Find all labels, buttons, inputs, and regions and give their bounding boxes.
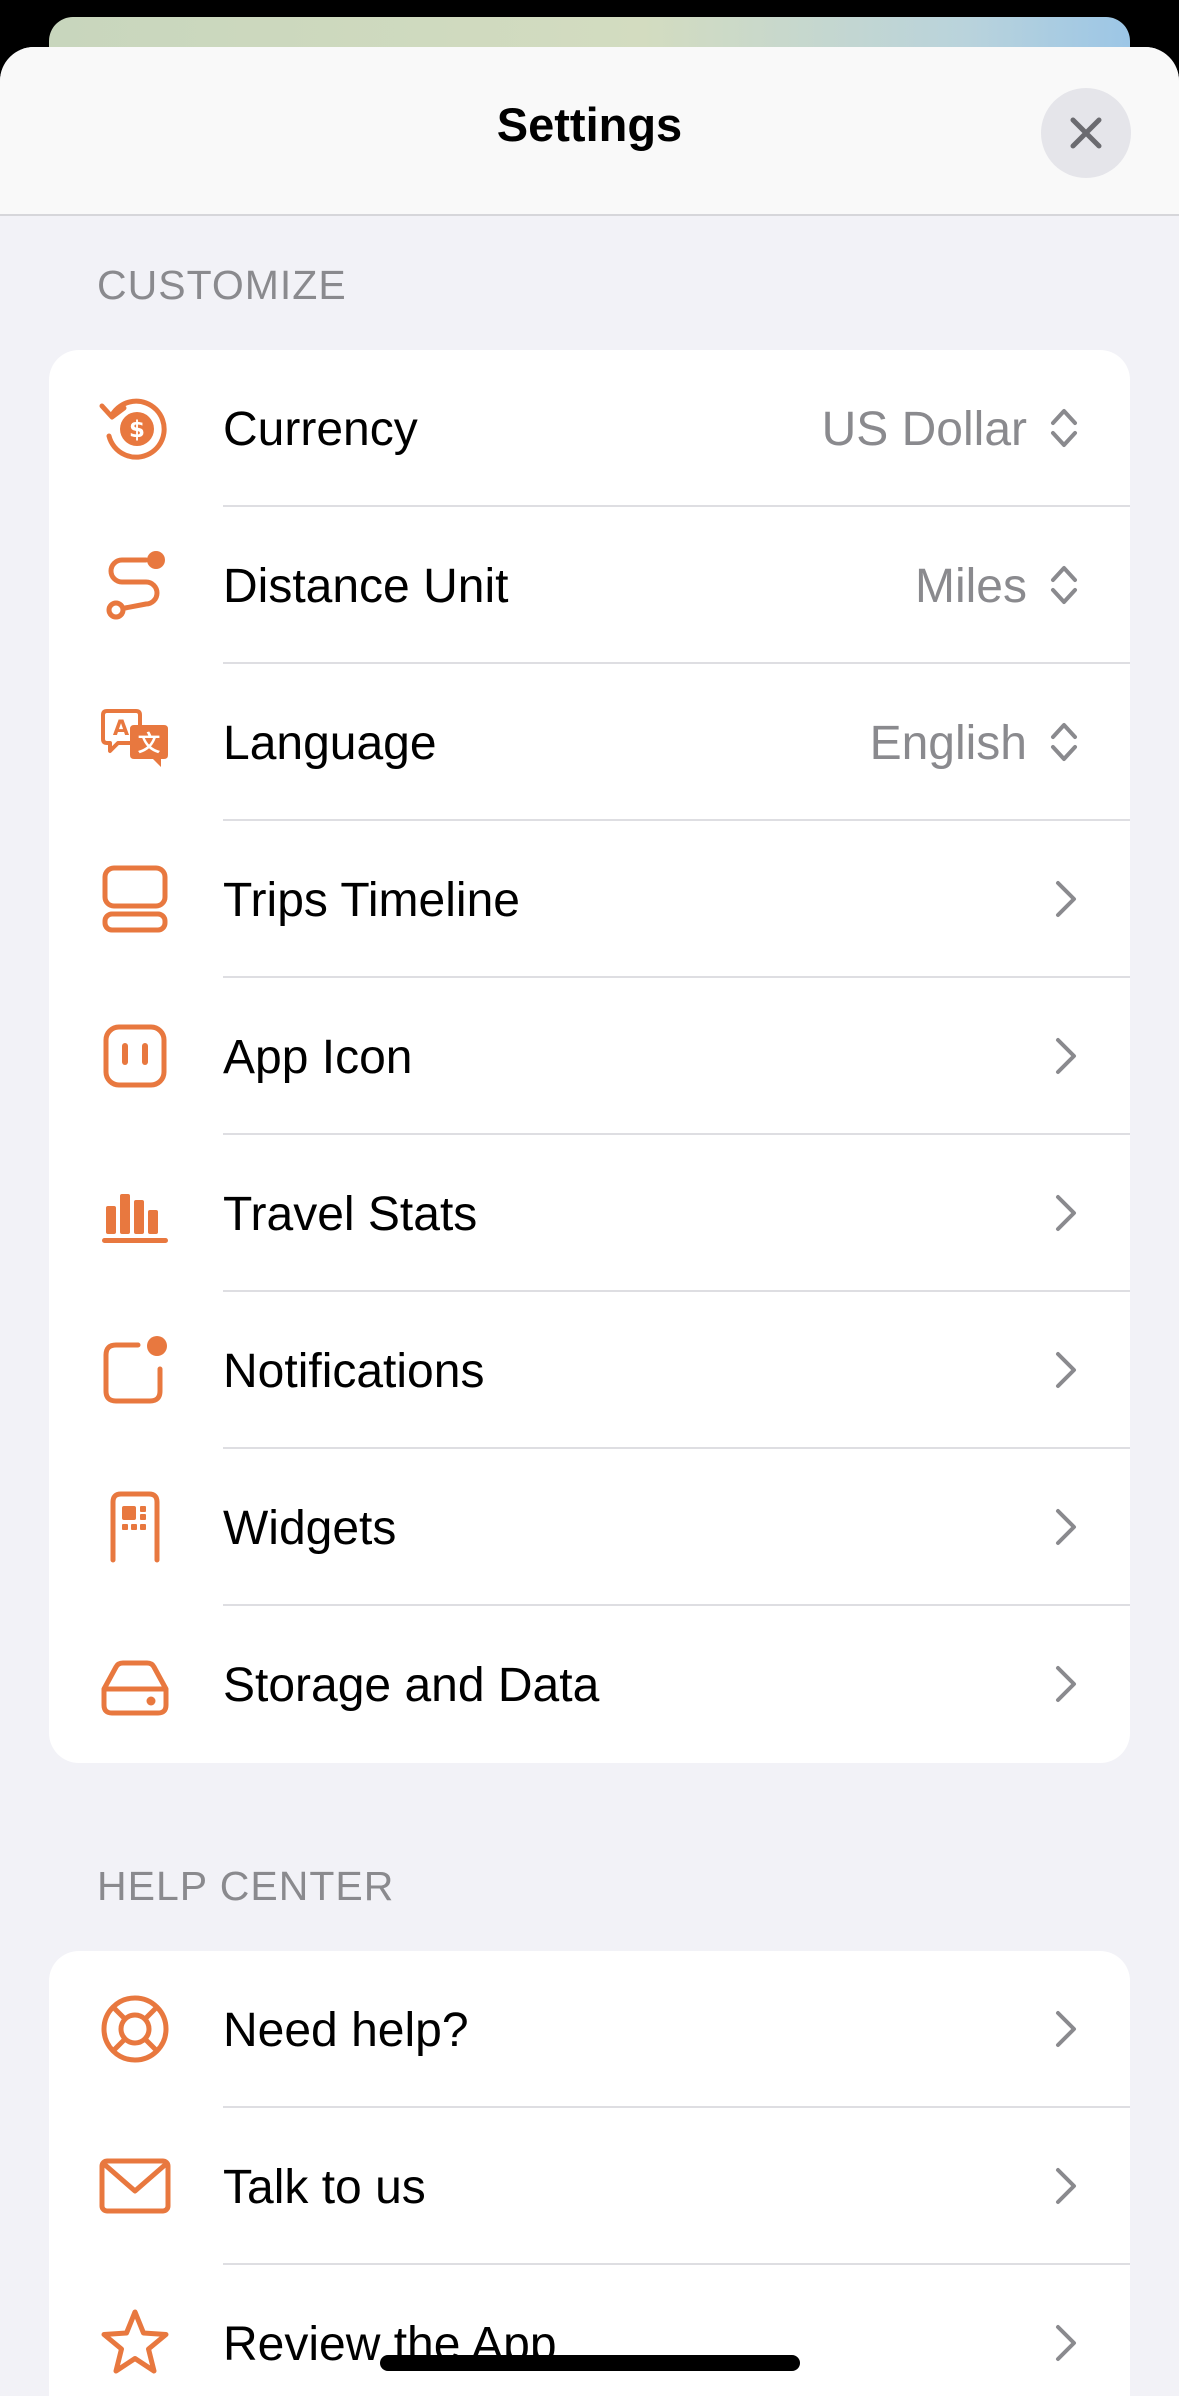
need-help-label: Need help? bbox=[223, 2004, 469, 2057]
distance-unit-value: Miles bbox=[914, 560, 1027, 613]
home-indicator[interactable] bbox=[380, 2355, 800, 2371]
currency-label: Currency bbox=[223, 403, 418, 456]
section-header-customize: CUSTOMIZE bbox=[97, 262, 347, 308]
navigation-bar: Settings bbox=[0, 47, 1179, 216]
timeline-icon bbox=[98, 862, 172, 936]
lifebuoy-icon bbox=[98, 1992, 172, 2066]
app-icon-icon bbox=[98, 1019, 172, 1093]
bar-chart-icon bbox=[98, 1176, 172, 1250]
widget-icon bbox=[98, 1490, 172, 1564]
notification-badge-icon bbox=[98, 1333, 172, 1407]
section-header-help-center: HELP CENTER bbox=[97, 1863, 395, 1909]
chevron-right-icon bbox=[1056, 1195, 1076, 1231]
language-value: English bbox=[869, 717, 1027, 770]
chevron-right-icon bbox=[1056, 1666, 1076, 1702]
chevron-right-icon bbox=[1056, 1509, 1076, 1545]
envelope-icon bbox=[98, 2149, 172, 2223]
review-the-app-row[interactable]: Review the App bbox=[49, 2265, 1130, 2396]
distance-unit-label: Distance Unit bbox=[223, 560, 509, 613]
currency-value: US Dollar bbox=[821, 403, 1027, 456]
widgets-row[interactable]: Widgets bbox=[49, 1449, 1130, 1606]
translate-icon: A 文 bbox=[98, 705, 172, 779]
app-icon-row[interactable]: App Icon bbox=[49, 978, 1130, 1135]
travel-stats-row[interactable]: Travel Stats bbox=[49, 1135, 1130, 1292]
currency-refresh-icon: $ bbox=[98, 391, 172, 465]
close-button[interactable] bbox=[1041, 88, 1131, 178]
close-icon bbox=[1070, 117, 1102, 149]
notifications-label: Notifications bbox=[223, 1345, 485, 1398]
talk-to-us-label: Talk to us bbox=[223, 2161, 426, 2214]
trips-timeline-row[interactable]: Trips Timeline bbox=[49, 821, 1130, 978]
need-help-row[interactable]: Need help? bbox=[49, 1951, 1130, 2108]
chevron-right-icon bbox=[1056, 1038, 1076, 1074]
trips-timeline-label: Trips Timeline bbox=[223, 874, 520, 927]
app-icon-label: App Icon bbox=[223, 1031, 413, 1084]
language-label: Language bbox=[223, 717, 437, 770]
up-down-chevron-icon bbox=[1051, 409, 1077, 447]
notifications-row[interactable]: Notifications bbox=[49, 1292, 1130, 1449]
chevron-right-icon bbox=[1056, 881, 1076, 917]
widgets-label: Widgets bbox=[223, 1502, 397, 1555]
chevron-right-icon bbox=[1056, 2011, 1076, 2047]
svg-text:文: 文 bbox=[138, 731, 161, 757]
currency-row[interactable]: $ Currency US Dollar bbox=[49, 350, 1130, 507]
talk-to-us-row[interactable]: Talk to us bbox=[49, 2108, 1130, 2265]
language-row[interactable]: A 文 Language English bbox=[49, 664, 1130, 821]
settings-sheet: Settings CUSTOMIZE $ Currency US Dollar bbox=[0, 47, 1179, 2396]
route-icon bbox=[98, 548, 172, 622]
customize-group: $ Currency US Dollar Distance Unit Miles bbox=[49, 350, 1130, 1763]
help-center-group: Need help? Talk to us Review the App bbox=[49, 1951, 1130, 2396]
drive-icon bbox=[98, 1647, 172, 1721]
storage-and-data-label: Storage and Data bbox=[223, 1659, 600, 1712]
page-title: Settings bbox=[496, 98, 683, 151]
chevron-right-icon bbox=[1056, 2168, 1076, 2204]
star-icon bbox=[98, 2306, 172, 2380]
up-down-chevron-icon bbox=[1051, 723, 1077, 761]
storage-and-data-row[interactable]: Storage and Data bbox=[49, 1606, 1130, 1763]
svg-text:$: $ bbox=[129, 417, 145, 443]
svg-text:A: A bbox=[113, 716, 130, 740]
distance-unit-row[interactable]: Distance Unit Miles bbox=[49, 507, 1130, 664]
chevron-right-icon bbox=[1056, 1352, 1076, 1388]
up-down-chevron-icon bbox=[1051, 566, 1077, 604]
chevron-right-icon bbox=[1056, 2325, 1076, 2361]
travel-stats-label: Travel Stats bbox=[223, 1188, 478, 1241]
